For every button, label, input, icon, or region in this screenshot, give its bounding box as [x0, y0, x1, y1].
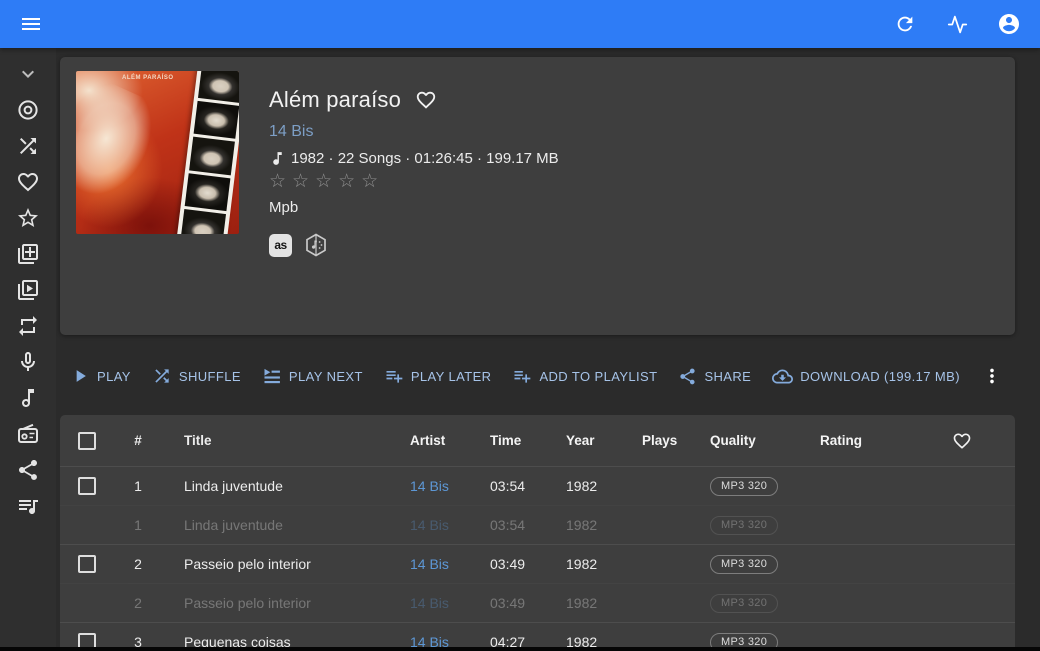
album-art-filmstrip	[175, 71, 239, 234]
sidebar-collapse-chevron-icon[interactable]	[0, 56, 56, 92]
row-track-number: 2	[134, 595, 142, 611]
album-genre: Mpb	[269, 199, 299, 216]
row-artist-link[interactable]: 14 Bis	[410, 517, 490, 533]
row-time: 03:49	[490, 556, 526, 572]
album-art-face	[193, 100, 239, 139]
download-button[interactable]: DOWNLOAD (199.17 MB)	[772, 366, 960, 387]
column-header-favorite-heart-icon[interactable]	[940, 431, 1015, 451]
play-button[interactable]: PLAY	[70, 366, 131, 386]
activity-icon[interactable]	[944, 11, 970, 37]
album-artist-link[interactable]: 14 Bis	[269, 123, 313, 141]
row-year: 1982	[566, 478, 598, 494]
sidebar-item-random[interactable]	[0, 128, 56, 164]
sidebar-item-radios[interactable]	[0, 416, 56, 452]
album-art-face	[184, 173, 231, 212]
sidebar-item-most-played[interactable]	[0, 308, 56, 344]
column-header-quality[interactable]: Quality	[704, 433, 820, 448]
download-button-label: DOWNLOAD (199.17 MB)	[800, 368, 960, 384]
table-row[interactable]: 2 Passeio pelo interior 14 Bis 03:49 198…	[60, 544, 1015, 583]
row-song-title: Passeio pelo interior	[184, 595, 311, 611]
play-next-button[interactable]: PLAY NEXT	[262, 366, 363, 386]
row-track-number: 1	[134, 517, 142, 533]
table-body: 1 Linda juventude 14 Bis 03:54 1982 MP3 …	[60, 466, 1015, 651]
row-time: 03:54	[490, 478, 526, 494]
album-art-face	[180, 209, 226, 234]
row-track-number: 1	[134, 478, 142, 494]
album-art-title-text: ALÉM PARAÍSO	[122, 75, 174, 81]
album-art-face	[189, 136, 235, 176]
select-all-checkbox[interactable]	[78, 431, 96, 450]
favorite-heart-icon[interactable]	[415, 89, 437, 111]
row-artist-link[interactable]: 14 Bis	[410, 595, 490, 611]
play-later-button-label: PLAY LATER	[410, 368, 492, 384]
shuffle-button[interactable]: SHUFFLE	[152, 366, 241, 386]
column-header-year[interactable]: Year	[566, 433, 642, 448]
sidebar-item-songs[interactable]	[0, 380, 56, 416]
play-button-label: PLAY	[97, 368, 131, 384]
refresh-icon[interactable]	[892, 11, 918, 37]
account-icon[interactable]	[996, 11, 1022, 37]
share-button-label: SHARE	[704, 368, 752, 384]
sidebar-item-shares[interactable]	[0, 452, 56, 488]
column-header-title[interactable]: Title	[160, 433, 410, 448]
album-header-card: ALÉM PARAÍSO 14 BIS Além paraíso 14 Bis	[60, 57, 1015, 335]
rating-stars[interactable]: ☆☆☆☆☆	[269, 170, 384, 193]
sidebar-item-favourites[interactable]	[0, 164, 56, 200]
add-to-playlist-button[interactable]: ADD TO PLAYLIST	[512, 366, 657, 386]
album-info: Além paraíso 14 Bis 1982 · 22 Songs · 01…	[239, 71, 559, 321]
music-note-icon	[269, 150, 286, 167]
sidebar-item-recently-played[interactable]	[0, 272, 56, 308]
row-checkbox[interactable]	[78, 477, 96, 495]
table-row[interactable]: 2 Passeio pelo interior 14 Bis 03:49 198…	[60, 583, 1015, 622]
songs-table: # Title Artist Time Year Plays Quality R…	[60, 415, 1015, 651]
row-year: 1982	[566, 595, 598, 611]
row-checkbox[interactable]	[78, 555, 96, 573]
column-header-plays[interactable]: Plays	[642, 433, 704, 448]
add-to-playlist-button-label: ADD TO PLAYLIST	[539, 368, 658, 384]
sidebar-item-top-rated[interactable]	[0, 200, 56, 236]
lastfm-icon[interactable]: as	[269, 233, 292, 257]
column-header-artist[interactable]: Artist	[410, 433, 490, 448]
row-track-number: 2	[134, 556, 142, 572]
row-year: 1982	[566, 556, 598, 572]
column-header-num[interactable]: #	[116, 433, 160, 448]
sidebar	[0, 48, 56, 651]
play-next-button-label: PLAY NEXT	[288, 368, 363, 384]
row-artist-link[interactable]: 14 Bis	[410, 478, 490, 494]
column-header-rating[interactable]: Rating	[820, 433, 940, 448]
table-row[interactable]: 1 Linda juventude 14 Bis 03:54 1982 MP3 …	[60, 505, 1015, 544]
album-art-face	[198, 71, 239, 103]
app-bar	[0, 0, 1040, 48]
row-time: 03:49	[490, 595, 526, 611]
share-button[interactable]: SHARE	[678, 367, 751, 386]
play-later-button[interactable]: PLAY LATER	[384, 366, 492, 386]
bottom-edge-strip	[0, 647, 1040, 651]
row-artist-link[interactable]: 14 Bis	[410, 556, 490, 572]
album-details-text: 1982 · 22 Songs · 01:26:45 · 199.17 MB	[291, 150, 559, 167]
menu-icon[interactable]	[18, 11, 44, 37]
more-options-icon[interactable]	[981, 365, 1003, 387]
row-quality-chip: MP3 320	[710, 594, 779, 613]
row-quality-chip: MP3 320	[710, 477, 779, 496]
row-quality-chip: MP3 320	[710, 555, 779, 574]
row-time: 03:54	[490, 517, 526, 533]
album-cover-art: ALÉM PARAÍSO 14 BIS	[76, 71, 239, 234]
main-content: ALÉM PARAÍSO 14 BIS Além paraíso 14 Bis	[60, 57, 1015, 651]
row-song-title: Linda juventude	[184, 517, 283, 533]
album-title: Além paraíso	[269, 87, 402, 112]
sidebar-item-albums[interactable]	[0, 92, 56, 128]
sidebar-item-artists[interactable]	[0, 344, 56, 380]
action-toolbar: PLAY SHUFFLE PLAY NEXT PLAY LATER ADD TO…	[60, 362, 1015, 390]
column-header-time[interactable]: Time	[490, 433, 566, 448]
row-year: 1982	[566, 517, 598, 533]
musicbrainz-icon[interactable]	[304, 233, 328, 257]
sidebar-item-recently-added[interactable]	[0, 236, 56, 272]
row-song-title: Passeio pelo interior	[184, 556, 311, 572]
row-song-title: Linda juventude	[184, 478, 283, 494]
table-header-row: # Title Artist Time Year Plays Quality R…	[60, 415, 1015, 466]
row-quality-chip: MP3 320	[710, 516, 779, 535]
sidebar-item-playlists[interactable]	[0, 488, 56, 524]
shuffle-button-label: SHUFFLE	[178, 368, 241, 384]
table-row[interactable]: 1 Linda juventude 14 Bis 03:54 1982 MP3 …	[60, 466, 1015, 505]
